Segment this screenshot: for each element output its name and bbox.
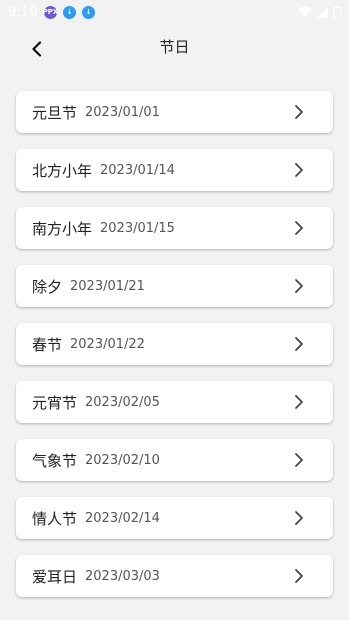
chevron-right-icon [295, 163, 303, 177]
chevron-right-icon [295, 221, 303, 235]
holiday-item[interactable]: 南方小年 2023/01/15 [16, 207, 333, 249]
ppx-app-icon: PPX [43, 5, 58, 19]
download-icon: ↓ [63, 5, 76, 19]
holiday-name: 情人节 [32, 509, 78, 528]
app-bar: 节日 [0, 24, 349, 72]
holiday-name: 除夕 [32, 277, 63, 296]
page-title: 节日 [159, 38, 190, 56]
holiday-date: 2023/01/14 [100, 162, 175, 178]
holiday-date: 2023/01/22 [70, 336, 145, 352]
status-time: 9:10 [8, 4, 38, 20]
holiday-item[interactable]: 气象节 2023/02/10 [16, 439, 333, 481]
holiday-date: 2023/01/15 [100, 220, 175, 236]
chevron-right-icon [295, 337, 303, 351]
holiday-name: 气象节 [32, 451, 78, 470]
chevron-right-icon [295, 395, 303, 409]
chevron-right-icon [295, 105, 303, 119]
chevron-right-icon [295, 453, 303, 467]
holiday-item[interactable]: 元旦节 2023/01/01 [16, 91, 333, 133]
holiday-list: 元旦节 2023/01/01 北方小年 2023/01/14 南方小年 2023… [16, 91, 333, 613]
holiday-name: 元宵节 [32, 393, 78, 412]
chevron-right-icon [295, 279, 303, 293]
status-right [298, 5, 341, 19]
holiday-name: 爱耳日 [32, 567, 78, 586]
chevron-right-icon [295, 569, 303, 583]
holiday-date: 2023/01/21 [70, 278, 145, 294]
holiday-item[interactable]: 春节 2023/01/22 [16, 323, 333, 365]
holiday-date: 2023/01/01 [85, 104, 160, 120]
holiday-name: 南方小年 [32, 219, 93, 238]
holiday-date: 2023/02/14 [85, 510, 160, 526]
signal-icon [317, 6, 328, 18]
holiday-item[interactable]: 元宵节 2023/02/05 [16, 381, 333, 423]
wifi-icon [298, 6, 312, 17]
holiday-date: 2023/02/10 [85, 452, 160, 468]
holiday-item[interactable]: 爱耳日 2023/03/03 [16, 555, 333, 597]
holiday-item[interactable]: 情人节 2023/02/14 [16, 497, 333, 539]
status-bar: 9:10 PPX ↓ ↓ [0, 0, 349, 24]
status-left: 9:10 PPX ↓ ↓ [8, 5, 95, 20]
holiday-date: 2023/02/05 [85, 394, 160, 410]
holiday-item[interactable]: 除夕 2023/01/21 [16, 265, 333, 307]
holiday-name: 北方小年 [32, 161, 93, 180]
battery-icon [333, 5, 341, 19]
download-icon: ↓ [82, 5, 95, 19]
holiday-item[interactable]: 北方小年 2023/01/14 [16, 149, 333, 191]
holiday-date: 2023/03/03 [85, 568, 160, 584]
chevron-right-icon [295, 511, 303, 525]
holiday-name: 元旦节 [32, 103, 78, 122]
holiday-name: 春节 [32, 335, 63, 354]
